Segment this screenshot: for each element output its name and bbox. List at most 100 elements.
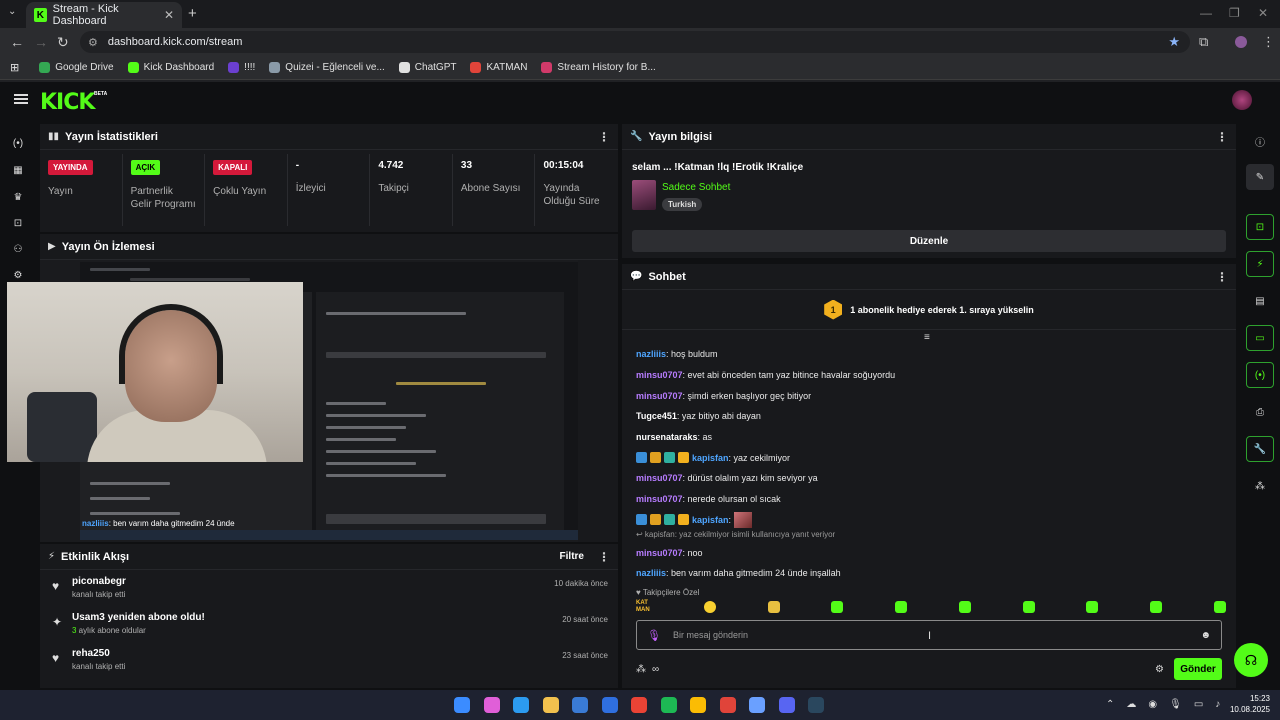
menu-icon[interactable] bbox=[14, 94, 28, 104]
taskbar-app-icon[interactable] bbox=[572, 697, 588, 713]
emote[interactable] bbox=[831, 601, 844, 613]
help-chat-button[interactable]: ☊ bbox=[1234, 643, 1268, 677]
tray-chevron-icon[interactable]: ⌃ bbox=[1106, 699, 1114, 710]
mic-tray-icon[interactable]: 🎙 bbox=[1169, 699, 1182, 710]
chat-badge-icon[interactable] bbox=[678, 452, 689, 464]
back-icon[interactable]: ← bbox=[10, 34, 24, 50]
chat-badge-icon[interactable] bbox=[664, 514, 675, 526]
taskbar-app-icon[interactable] bbox=[719, 697, 736, 713]
chat-username[interactable]: minsu0707 bbox=[636, 494, 683, 504]
category-name[interactable]: Sadece Sohbet bbox=[662, 182, 730, 193]
chat-badge-icon[interactable] bbox=[650, 514, 661, 526]
address-bar[interactable]: ⚙ dashboard.kick.com/stream ★ bbox=[80, 31, 1190, 53]
infinity-icon[interactable]: ∞ bbox=[652, 664, 659, 675]
chat-badge-icon[interactable] bbox=[636, 452, 647, 464]
apps-grid-icon[interactable]: ⊞ bbox=[10, 61, 19, 74]
emoji-picker-icon[interactable]: ☻ bbox=[1200, 630, 1211, 641]
chat-username[interactable]: nazliiis bbox=[636, 349, 666, 359]
kick-logo[interactable]: KICK bbox=[40, 90, 95, 115]
emote[interactable] bbox=[1213, 601, 1226, 613]
bookmark-item[interactable]: Stream History for B... bbox=[541, 62, 656, 73]
moderation-icon[interactable]: ⊡ bbox=[12, 218, 24, 230]
close-tab-icon[interactable]: ✕ bbox=[164, 8, 174, 22]
maximize-icon[interactable]: ❐ bbox=[1229, 6, 1240, 20]
chat-badge-icon[interactable] bbox=[678, 514, 689, 526]
taskbar-clock[interactable]: 15:23 10.08.2025 bbox=[1222, 693, 1270, 715]
emote[interactable] bbox=[1150, 601, 1163, 613]
minimize-icon[interactable]: — bbox=[1200, 6, 1212, 20]
chat-badge-icon[interactable] bbox=[664, 452, 675, 464]
taskbar-app-icon[interactable] bbox=[808, 697, 824, 713]
volume-icon[interactable]: ♪ bbox=[1215, 699, 1220, 710]
extensions-icon[interactable]: ⧉ bbox=[1199, 34, 1208, 50]
taskbar-app-icon[interactable] bbox=[513, 697, 529, 713]
tab-search-icon[interactable]: ⌄ bbox=[8, 6, 16, 17]
send-button[interactable]: Gönder bbox=[1174, 658, 1222, 680]
chat-username[interactable]: minsu0707 bbox=[636, 548, 683, 558]
taskbar-app-icon[interactable] bbox=[660, 697, 677, 713]
taskbar-app-icon[interactable] bbox=[749, 697, 765, 713]
chat-username[interactable]: minsu0707 bbox=[636, 370, 683, 380]
chat-bubble-icon[interactable]: ▭ bbox=[1246, 325, 1274, 351]
more-options-icon[interactable]: ⋮ bbox=[1216, 130, 1228, 144]
broadcast-icon[interactable]: (•) bbox=[12, 138, 24, 150]
taskbar-app-icon[interactable] bbox=[631, 697, 647, 713]
chat-username[interactable]: nursenataraks bbox=[636, 432, 698, 442]
close-window-icon[interactable]: ✕ bbox=[1258, 6, 1268, 20]
reply-context[interactable]: ↩ kapisfan: yaz cekilmiyor isimli kullan… bbox=[622, 530, 1236, 542]
network-icon[interactable]: ◉ bbox=[1148, 699, 1157, 710]
chat-username[interactable]: kapisfan bbox=[692, 515, 729, 525]
edit-button[interactable]: Düzenle bbox=[632, 230, 1226, 252]
chat-username[interactable]: minsu0707 bbox=[636, 391, 683, 401]
filter-button[interactable]: Filtre bbox=[560, 551, 584, 562]
forward-icon[interactable]: → bbox=[34, 34, 48, 50]
pinned-toggle-icon[interactable]: ≡ bbox=[924, 332, 930, 343]
taskbar-app-icon[interactable] bbox=[778, 697, 795, 713]
new-tab-icon[interactable]: + bbox=[188, 5, 197, 22]
info-icon[interactable]: ⓘ bbox=[1246, 128, 1274, 154]
chat-username[interactable]: Tugce451 bbox=[636, 411, 677, 421]
wrench-icon[interactable]: 🔧 bbox=[1246, 436, 1274, 462]
broadcast-icon[interactable]: (•) bbox=[1246, 362, 1274, 388]
microphone-icon[interactable]: 🎙 bbox=[647, 629, 661, 642]
bookmark-item[interactable]: Kick Dashboard bbox=[127, 62, 214, 73]
chat-username[interactable]: minsu0707 bbox=[636, 473, 683, 483]
site-info-icon[interactable]: ⚙ bbox=[88, 36, 98, 49]
dashboard-icon[interactable]: ▦ bbox=[12, 165, 24, 177]
users-icon[interactable]: ⚇ bbox=[12, 244, 24, 256]
katman-emote[interactable]: KAT MAN bbox=[636, 600, 652, 614]
user-avatar[interactable] bbox=[1232, 90, 1252, 110]
taskbar-app-icon[interactable] bbox=[454, 697, 470, 713]
chat-username[interactable]: kapisfan bbox=[692, 453, 729, 463]
chat-username[interactable]: nazliiis bbox=[636, 568, 666, 578]
trophy-icon[interactable]: ♛ bbox=[12, 192, 24, 204]
emote[interactable] bbox=[767, 601, 780, 613]
print-icon[interactable]: ⎙ bbox=[1246, 399, 1274, 425]
document-icon[interactable]: ▤ bbox=[1246, 288, 1274, 314]
profile-avatar[interactable] bbox=[1235, 36, 1247, 48]
taskbar-app-icon[interactable] bbox=[483, 697, 500, 713]
lightning-icon[interactable]: ⚡ bbox=[1246, 251, 1274, 277]
chat-settings-icon[interactable]: ⚙ bbox=[1155, 664, 1164, 675]
edit-pencil-icon[interactable]: ✎ bbox=[1246, 164, 1274, 190]
gift-leaderboard-bar[interactable]: 1 1 abonelik hediye ederek 1. sıraya yük… bbox=[622, 290, 1236, 330]
more-options-icon[interactable]: ⋮ bbox=[598, 130, 610, 144]
heart-emote[interactable] bbox=[703, 601, 716, 613]
cloud-icon[interactable]: ☁ bbox=[1126, 699, 1136, 710]
taskbar-app-icon[interactable] bbox=[601, 697, 618, 713]
scan-icon[interactable]: ⊡ bbox=[1246, 214, 1274, 240]
emote[interactable] bbox=[1022, 601, 1035, 613]
more-options-icon[interactable]: ⋮ bbox=[1216, 270, 1228, 284]
bookmark-item[interactable]: Google Drive bbox=[39, 62, 114, 73]
settings-icon[interactable]: ⚙ bbox=[12, 270, 24, 282]
more-options-icon[interactable]: ⋮ bbox=[598, 550, 610, 564]
emote[interactable] bbox=[1086, 601, 1099, 613]
browser-menu-icon[interactable]: ⋮ bbox=[1262, 34, 1275, 50]
group-icon[interactable]: ⁂ bbox=[1246, 473, 1274, 499]
browser-tab[interactable]: K Stream - Kick Dashboard ✕ bbox=[26, 2, 182, 28]
bookmark-item[interactable]: Quizei - Eğlenceli ve... bbox=[269, 62, 385, 73]
bookmark-star-icon[interactable]: ★ bbox=[1168, 34, 1180, 50]
emote[interactable] bbox=[958, 601, 971, 613]
taskbar-app-icon[interactable] bbox=[690, 697, 706, 713]
reload-icon[interactable]: ↻ bbox=[57, 34, 69, 51]
